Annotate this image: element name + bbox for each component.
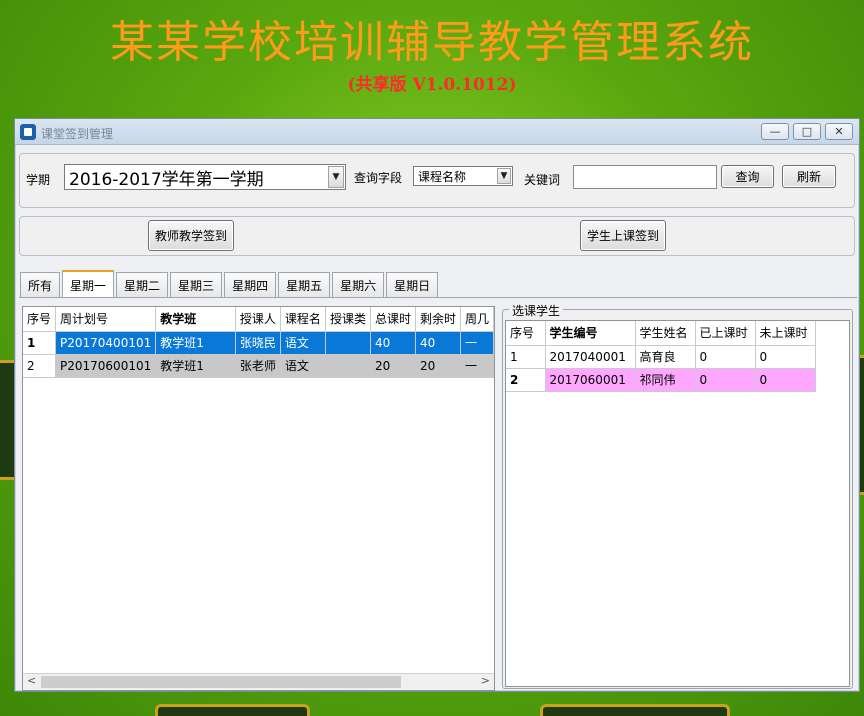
column-header[interactable]: 学生姓名 bbox=[635, 321, 696, 346]
table-cell[interactable] bbox=[325, 331, 371, 355]
close-button[interactable]: ✕ bbox=[825, 123, 853, 140]
column-header[interactable]: 授课类 bbox=[325, 307, 371, 332]
term-select-value: 2016-2017学年第一学期 bbox=[69, 169, 264, 190]
column-header[interactable]: 剩余时 bbox=[415, 307, 461, 332]
background-decoration bbox=[540, 704, 730, 716]
column-header[interactable]: 已上课时 bbox=[695, 321, 756, 346]
table-cell[interactable] bbox=[325, 354, 371, 378]
scrollbar-thumb[interactable] bbox=[41, 676, 401, 688]
app-subtitle: (共享版 V1.0.1012) bbox=[347, 75, 517, 95]
keyword-label: 关键词 bbox=[524, 173, 561, 187]
query-field-label: 查询字段 bbox=[354, 171, 403, 185]
column-header[interactable]: 总课时 bbox=[370, 307, 416, 332]
table-cell[interactable]: 语文 bbox=[280, 331, 326, 355]
tab-sunday[interactable]: 星期日 bbox=[386, 272, 439, 298]
horizontal-scrollbar[interactable]: < > bbox=[23, 673, 494, 690]
table-cell[interactable]: 1 bbox=[23, 331, 57, 355]
table-cell[interactable]: 20 bbox=[415, 354, 461, 378]
table-cell[interactable]: P20170400101 bbox=[55, 331, 157, 355]
tab-saturday[interactable]: 星期六 bbox=[332, 272, 385, 298]
query-field-select[interactable]: 课程名称 ▼ bbox=[413, 166, 513, 186]
minimize-button[interactable]: — bbox=[761, 123, 789, 140]
tab-tuesday[interactable]: 星期二 bbox=[116, 272, 169, 298]
table-row[interactable]: 2 P20170600101 教学班1 张老师 语文 20 20 一 bbox=[23, 354, 494, 378]
column-header[interactable]: 周计划号 bbox=[55, 307, 157, 332]
keyword-input[interactable] bbox=[573, 165, 717, 189]
table-header-row: 序号 学生编号 学生姓名 已上课时 未上课时 bbox=[506, 321, 816, 346]
table-row[interactable]: 1 P20170400101 教学班1 张晓民 语文 40 40 一 bbox=[23, 331, 494, 355]
table-cell[interactable]: 张晓民 bbox=[235, 331, 281, 355]
column-header[interactable]: 序号 bbox=[506, 321, 546, 346]
action-panel: 教师教学签到 学生上课签到 bbox=[19, 216, 855, 256]
background-decoration bbox=[155, 704, 310, 716]
term-select[interactable]: 2016-2017学年第一学期 ▼ bbox=[64, 164, 346, 190]
table-cell[interactable]: 高育良 bbox=[635, 345, 696, 369]
tab-divider bbox=[19, 297, 857, 298]
table-cell[interactable]: 1 bbox=[506, 345, 546, 369]
table-cell[interactable]: 教学班1 bbox=[155, 354, 236, 378]
tab-wednesday[interactable]: 星期三 bbox=[170, 272, 223, 298]
column-header[interactable]: 课程名 bbox=[280, 307, 326, 332]
refresh-button[interactable]: 刷新 bbox=[782, 165, 836, 188]
app-icon bbox=[20, 124, 36, 140]
tab-all[interactable]: 所有 bbox=[20, 272, 61, 298]
table-row[interactable]: 1 2017040001 高育良 0 0 bbox=[506, 345, 816, 369]
table-cell[interactable]: 0 bbox=[755, 345, 816, 369]
table-cell[interactable]: 一 bbox=[460, 354, 494, 378]
students-table: 序号 学生编号 学生姓名 已上课时 未上课时 1 2017040001 高育良 … bbox=[505, 320, 850, 687]
table-cell[interactable]: 0 bbox=[695, 345, 756, 369]
table-cell[interactable]: 语文 bbox=[280, 354, 326, 378]
weekday-tabs: 所有 星期一 星期二 星期三 星期四 星期五 星期六 星期日 bbox=[20, 270, 439, 298]
app-title: 某某学校培训辅导教学管理系统 bbox=[110, 17, 754, 68]
chevron-left-icon[interactable]: < bbox=[27, 674, 36, 687]
teacher-checkin-button[interactable]: 教师教学签到 bbox=[148, 220, 234, 251]
filter-panel: 学期 2016-2017学年第一学期 ▼ 查询字段 课程名称 ▼ 关键词 查询 … bbox=[19, 153, 855, 208]
column-header[interactable]: 周几 bbox=[460, 307, 494, 332]
table-row[interactable]: 2 2017060001 祁同伟 0 0 bbox=[506, 368, 816, 392]
chevron-right-icon[interactable]: > bbox=[481, 674, 490, 687]
query-button[interactable]: 查询 bbox=[721, 165, 774, 188]
table-cell[interactable]: 40 bbox=[415, 331, 461, 355]
table-cell[interactable]: 2 bbox=[23, 354, 57, 378]
column-header[interactable]: 学生编号 bbox=[545, 321, 636, 346]
table-cell[interactable]: P20170600101 bbox=[55, 354, 157, 378]
window-titlebar[interactable]: 课堂签到管理 — □ ✕ bbox=[15, 119, 859, 145]
enrolled-students-legend: 选课学生 bbox=[509, 302, 564, 319]
tab-friday[interactable]: 星期五 bbox=[278, 272, 331, 298]
query-field-value: 课程名称 bbox=[418, 169, 467, 184]
column-header[interactable]: 未上课时 bbox=[755, 321, 816, 346]
table-cell[interactable]: 0 bbox=[755, 368, 816, 392]
tab-thursday[interactable]: 星期四 bbox=[224, 272, 277, 298]
table-header-row: 序号 周计划号 教学班 授课人 课程名 授课类 总课时 剩余时 周几 bbox=[23, 307, 494, 332]
term-label: 学期 bbox=[26, 173, 51, 187]
table-cell[interactable]: 张老师 bbox=[235, 354, 281, 378]
table-cell[interactable]: 教学班1 bbox=[155, 331, 236, 355]
student-checkin-button[interactable]: 学生上课签到 bbox=[580, 220, 666, 251]
table-cell[interactable]: 祁同伟 bbox=[635, 368, 696, 392]
chevron-down-icon[interactable]: ▼ bbox=[328, 166, 344, 188]
column-header[interactable]: 序号 bbox=[23, 307, 57, 332]
window-title: 课堂签到管理 bbox=[41, 127, 114, 141]
chevron-down-icon[interactable]: ▼ bbox=[497, 168, 511, 184]
tab-monday[interactable]: 星期一 bbox=[62, 270, 115, 298]
column-header[interactable]: 教学班 bbox=[155, 307, 236, 332]
maximize-button[interactable]: □ bbox=[793, 123, 821, 140]
table-cell[interactable]: 2017060001 bbox=[545, 368, 636, 392]
table-cell[interactable]: 2017040001 bbox=[545, 345, 636, 369]
table-cell[interactable]: 20 bbox=[370, 354, 416, 378]
table-cell[interactable]: 0 bbox=[695, 368, 756, 392]
checkin-window: 课堂签到管理 — □ ✕ 学期 2016-2017学年第一学期 ▼ 查询字段 课… bbox=[14, 118, 860, 692]
table-cell[interactable]: 2 bbox=[506, 368, 546, 392]
column-header[interactable]: 授课人 bbox=[235, 307, 281, 332]
table-cell[interactable]: 一 bbox=[460, 331, 494, 355]
table-cell[interactable]: 40 bbox=[370, 331, 416, 355]
plan-table: 序号 周计划号 教学班 授课人 课程名 授课类 总课时 剩余时 周几 1 P20… bbox=[22, 306, 495, 691]
